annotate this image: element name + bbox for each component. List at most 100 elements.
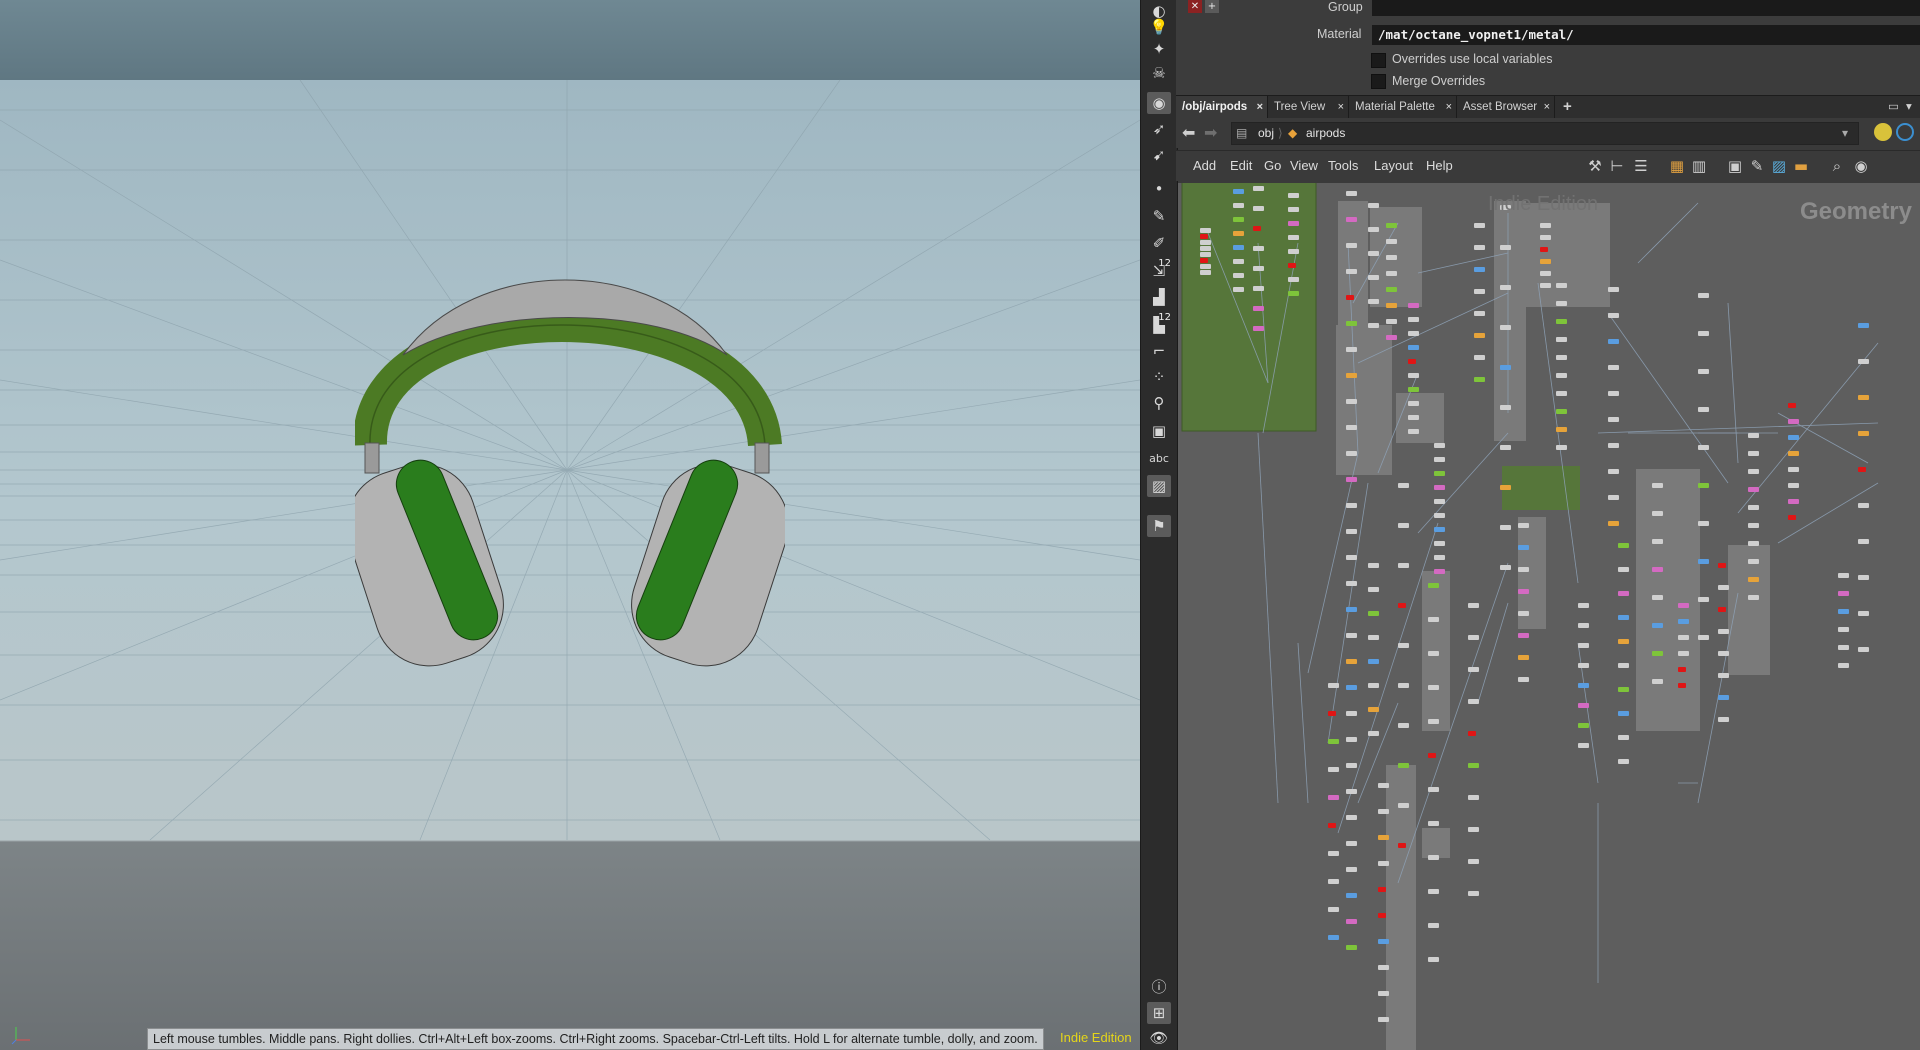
graph-node[interactable] bbox=[1328, 795, 1339, 800]
graph-node[interactable] bbox=[1288, 207, 1299, 212]
graph-node[interactable] bbox=[1556, 373, 1567, 378]
graph-node[interactable] bbox=[1368, 275, 1379, 280]
graph-node[interactable] bbox=[1346, 373, 1357, 378]
graph-node[interactable] bbox=[1608, 521, 1619, 526]
grid-icon[interactable]: ⊞ bbox=[1147, 1002, 1171, 1024]
graph-node[interactable] bbox=[1748, 541, 1759, 546]
graph-node[interactable] bbox=[1368, 707, 1379, 712]
graph-node[interactable] bbox=[1556, 355, 1567, 360]
graph-node[interactable] bbox=[1618, 663, 1629, 668]
breadcrumb-obj[interactable]: obj bbox=[1258, 123, 1274, 144]
pane-layout-icon[interactable]: ▭ bbox=[1882, 96, 1899, 118]
graph-node[interactable] bbox=[1233, 273, 1244, 278]
graph-node[interactable] bbox=[1858, 503, 1869, 508]
graph-node[interactable] bbox=[1386, 239, 1397, 244]
graph-node[interactable] bbox=[1386, 287, 1397, 292]
graph-node[interactable] bbox=[1233, 217, 1244, 222]
graph-node[interactable] bbox=[1328, 907, 1339, 912]
material-field[interactable]: /mat/octane_vopnet1/metal/ bbox=[1372, 25, 1920, 45]
graph-node[interactable] bbox=[1578, 723, 1589, 728]
graph-node[interactable] bbox=[1468, 603, 1479, 608]
graph-node[interactable] bbox=[1428, 821, 1439, 826]
graph-node[interactable] bbox=[1428, 787, 1439, 792]
graph-node[interactable] bbox=[1378, 835, 1389, 840]
graph-node[interactable] bbox=[1253, 206, 1264, 211]
graph-node[interactable] bbox=[1288, 263, 1296, 268]
graph-node[interactable] bbox=[1428, 889, 1439, 894]
graph-node[interactable] bbox=[1518, 589, 1529, 594]
note-icon[interactable]: ✎ bbox=[1748, 157, 1766, 175]
graph-node[interactable] bbox=[1434, 443, 1445, 448]
graph-node[interactable] bbox=[1408, 373, 1419, 378]
graph-node[interactable] bbox=[1428, 855, 1439, 860]
graph-node[interactable] bbox=[1288, 277, 1299, 282]
graph-node[interactable] bbox=[1428, 583, 1439, 588]
graph-node[interactable] bbox=[1618, 567, 1629, 572]
graph-node[interactable] bbox=[1346, 945, 1357, 950]
graph-node[interactable] bbox=[1698, 597, 1709, 602]
graph-node[interactable] bbox=[1346, 477, 1357, 482]
graph-node[interactable] bbox=[1346, 529, 1357, 534]
wrench-icon[interactable]: ⚒ bbox=[1586, 157, 1604, 175]
graph-node[interactable] bbox=[1378, 991, 1389, 996]
graph-node[interactable] bbox=[1788, 483, 1799, 488]
graph-node[interactable] bbox=[1718, 607, 1726, 612]
list-icon[interactable]: ☰ bbox=[1632, 157, 1650, 175]
graph-node[interactable] bbox=[1434, 513, 1445, 518]
graph-node[interactable] bbox=[1838, 609, 1849, 614]
graph-node[interactable] bbox=[1233, 231, 1244, 236]
tab-asset-browser[interactable]: Asset Browser × bbox=[1457, 96, 1555, 118]
graph-node[interactable] bbox=[1838, 627, 1849, 632]
graph-node[interactable] bbox=[1408, 415, 1419, 420]
graph-node[interactable] bbox=[1858, 431, 1869, 436]
graph-node[interactable] bbox=[1288, 193, 1299, 198]
graph-node[interactable] bbox=[1698, 369, 1709, 374]
graph-node[interactable] bbox=[1556, 301, 1567, 306]
graph-node[interactable] bbox=[1253, 326, 1264, 331]
graph-node[interactable] bbox=[1556, 391, 1567, 396]
graph-node[interactable] bbox=[1748, 595, 1759, 600]
graph-node[interactable] bbox=[1428, 685, 1439, 690]
graph-node[interactable] bbox=[1200, 264, 1211, 269]
graph-node[interactable] bbox=[1678, 651, 1689, 656]
graph-node[interactable] bbox=[1288, 291, 1299, 296]
graph-node[interactable] bbox=[1468, 667, 1479, 672]
graph-node[interactable] bbox=[1408, 317, 1419, 322]
dot-icon[interactable]: • bbox=[1147, 178, 1171, 200]
graph-node[interactable] bbox=[1233, 203, 1244, 208]
graph-node[interactable] bbox=[1718, 585, 1729, 590]
graph-node[interactable] bbox=[1408, 303, 1419, 308]
graph-node[interactable] bbox=[1408, 331, 1419, 336]
graph-node[interactable] bbox=[1608, 417, 1619, 422]
graph-node[interactable] bbox=[1718, 651, 1729, 656]
graph-node[interactable] bbox=[1378, 939, 1389, 944]
graph-node[interactable] bbox=[1698, 521, 1709, 526]
graph-node[interactable] bbox=[1428, 617, 1439, 622]
graph-node[interactable] bbox=[1346, 737, 1357, 742]
forward-arrow-icon[interactable]: ➡ bbox=[1204, 123, 1217, 142]
graph-node[interactable] bbox=[1518, 567, 1529, 572]
graph-node[interactable] bbox=[1652, 651, 1663, 656]
graph-node[interactable] bbox=[1518, 523, 1529, 528]
graph-node[interactable] bbox=[1474, 289, 1485, 294]
graph-node[interactable] bbox=[1328, 767, 1339, 772]
graph-node[interactable] bbox=[1678, 683, 1686, 688]
image-icon[interactable]: ▨ bbox=[1147, 475, 1171, 497]
graph-node[interactable] bbox=[1398, 643, 1409, 648]
group-field[interactable] bbox=[1372, 0, 1920, 16]
graph-node[interactable] bbox=[1608, 391, 1619, 396]
curve-icon[interactable]: ⌐ bbox=[1147, 340, 1171, 362]
num-icon[interactable]: ▙ 12 bbox=[1147, 312, 1171, 336]
graph-node[interactable] bbox=[1346, 243, 1357, 248]
graph-node[interactable] bbox=[1346, 659, 1357, 664]
graph-node[interactable] bbox=[1346, 607, 1357, 612]
graph-node[interactable] bbox=[1398, 763, 1409, 768]
graph-node[interactable] bbox=[1288, 235, 1299, 240]
graph-node[interactable] bbox=[1346, 347, 1357, 352]
graph-node[interactable] bbox=[1368, 563, 1379, 568]
graph-node[interactable] bbox=[1346, 399, 1357, 404]
graph-node[interactable] bbox=[1408, 401, 1419, 406]
graph-node[interactable] bbox=[1618, 735, 1629, 740]
graph-node[interactable] bbox=[1652, 595, 1663, 600]
graph-node[interactable] bbox=[1386, 223, 1397, 228]
